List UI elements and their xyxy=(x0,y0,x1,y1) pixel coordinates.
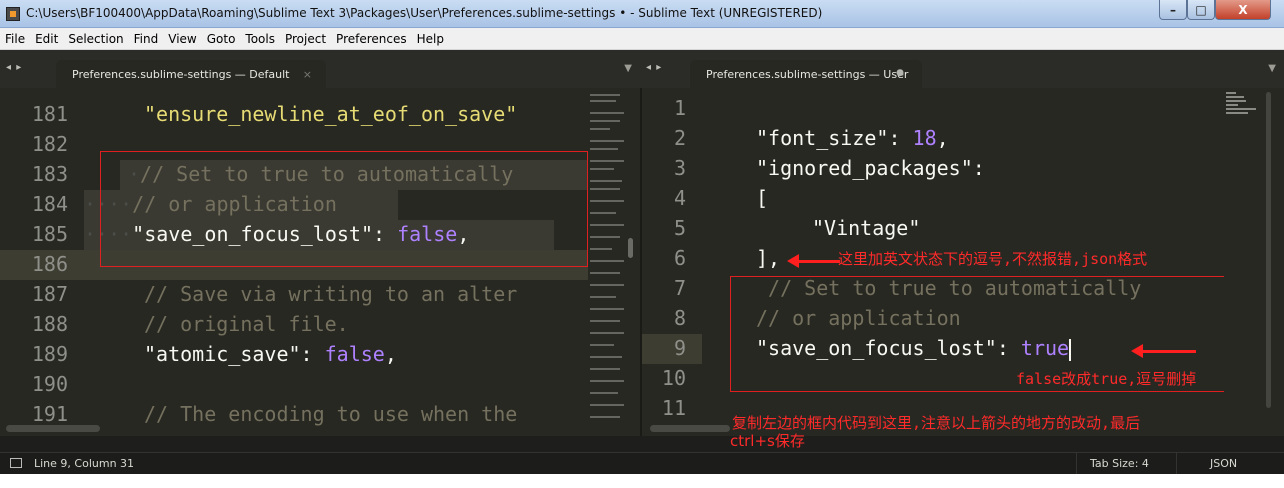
menu-preferences[interactable]: Preferences xyxy=(331,32,412,46)
json-key: "font_size" xyxy=(756,126,889,150)
menu-edit[interactable]: Edit xyxy=(30,32,63,46)
json-separator: : xyxy=(300,342,325,366)
minimap-right[interactable] xyxy=(1224,88,1264,436)
line-number: 9 xyxy=(673,336,686,360)
red-arrow-icon xyxy=(787,254,840,268)
tab-size[interactable]: Tab Size: 4 xyxy=(1090,457,1149,470)
red-arrow-icon xyxy=(1131,344,1196,358)
line-number: 7 xyxy=(673,276,686,300)
menu-bar: File Edit Selection Find View Goto Tools… xyxy=(0,28,1284,50)
line-number: 1 xyxy=(673,96,686,120)
panel-toggle-icon[interactable] xyxy=(10,458,22,468)
line-number: 185 xyxy=(31,222,68,246)
tab-dropdown-icon[interactable]: ▼ xyxy=(1268,63,1276,74)
menu-view[interactable]: View xyxy=(163,32,201,46)
menu-file[interactable]: File xyxy=(0,32,30,46)
highlight-box-left xyxy=(100,151,588,267)
line-number: 5 xyxy=(673,216,686,240)
json-comma: , xyxy=(936,126,949,150)
tab-nav-arrows-icon[interactable]: ◂ ▸ xyxy=(646,62,662,73)
line-number: 6 xyxy=(673,246,686,270)
footer-blank xyxy=(0,474,1284,488)
code-line: [ xyxy=(756,186,769,210)
line-number: 8 xyxy=(673,306,686,330)
json-value: 18 xyxy=(912,126,937,150)
line-number: 3 xyxy=(673,156,686,180)
line-number: 181 xyxy=(31,102,68,126)
line-number: 4 xyxy=(673,186,686,210)
maximize-button[interactable]: □ xyxy=(1187,0,1215,20)
annotation-copy-note-line2: ctrl+s保存 xyxy=(730,432,805,450)
tab-bar-left: ◂ ▸ Preferences.sublime-settings — Defau… xyxy=(0,50,640,88)
json-value: false xyxy=(324,342,385,366)
editor-pane-right[interactable]: 1 2 "font_size": 18, 3 "ignored_packages… xyxy=(640,88,1284,436)
menu-selection[interactable]: Selection xyxy=(63,32,128,46)
json-comma: , xyxy=(384,342,397,366)
line-number: 182 xyxy=(31,132,68,156)
code-line: "Vintage" xyxy=(812,216,921,240)
line-number: 189 xyxy=(31,342,68,366)
line-number: 191 xyxy=(31,402,68,426)
menu-help[interactable]: Help xyxy=(412,32,449,46)
tab-preferences-default[interactable]: Preferences.sublime-settings — Default × xyxy=(56,60,326,88)
line-number: 11 xyxy=(661,396,686,420)
syntax-selector[interactable]: JSON xyxy=(1210,457,1237,470)
minimap-left[interactable] xyxy=(588,88,628,436)
title-bar: C:\Users\BF100400\AppData\Roaming\Sublim… xyxy=(0,0,1284,28)
vertical-scrollbar[interactable] xyxy=(628,238,633,258)
annotation-true-note: false改成true,逗号删掉 xyxy=(1016,370,1197,388)
code-line: // original file. xyxy=(144,312,349,336)
line-number: 186 xyxy=(31,252,68,276)
editor-pane-left[interactable]: 181 "ensure_newline_at_eof_on_save" 182 … xyxy=(0,88,640,436)
sublime-app-icon xyxy=(6,7,20,21)
unsaved-dot-icon[interactable]: ● xyxy=(896,68,904,78)
code-line: ], xyxy=(756,246,781,270)
line-number: 2 xyxy=(673,126,686,150)
code-line: "atomic_save": false, xyxy=(144,342,397,366)
code-line: // Save via writing to an alter xyxy=(144,282,518,306)
line-number: 183 xyxy=(31,162,68,186)
code-line: // The encoding to use when the xyxy=(144,402,518,426)
status-bar: Line 9, Column 31 Tab Size: 4 JSON xyxy=(0,452,1284,475)
line-number: 10 xyxy=(661,366,686,390)
tab-label: Preferences.sublime-settings — Default xyxy=(72,68,290,81)
minimize-button[interactable]: – xyxy=(1159,0,1187,20)
menu-goto[interactable]: Goto xyxy=(202,32,241,46)
tab-dropdown-icon[interactable]: ▼ xyxy=(624,63,632,74)
menu-find[interactable]: Find xyxy=(129,32,164,46)
horizontal-scrollbar[interactable] xyxy=(650,425,730,432)
code-line: "ensure_newline_at_eof_on_save" xyxy=(144,102,518,126)
cursor-position: Line 9, Column 31 xyxy=(34,457,135,470)
line-number: 184 xyxy=(31,192,68,216)
line-number: 188 xyxy=(31,312,68,336)
tab-nav-arrows-icon[interactable]: ◂ ▸ xyxy=(6,62,22,73)
json-separator: : xyxy=(888,126,913,150)
json-key: "atomic_save" xyxy=(144,342,301,366)
menu-project[interactable]: Project xyxy=(280,32,331,46)
code-line: "font_size": 18, xyxy=(756,126,949,150)
close-button[interactable]: X xyxy=(1215,0,1271,20)
pane-bottom-strip: ctrl+s保存 xyxy=(0,432,1284,452)
annotation-comma-note: 这里加英文状态下的逗号,不然报错,json格式 xyxy=(838,250,1148,268)
window-title: C:\Users\BF100400\AppData\Roaming\Sublim… xyxy=(26,6,823,20)
line-number: 187 xyxy=(31,282,68,306)
tab-preferences-user[interactable]: Preferences.sublime-settings — User ● xyxy=(690,60,922,88)
tab-bar-right: ◂ ▸ Preferences.sublime-settings — User … xyxy=(640,50,1284,88)
tab-label: Preferences.sublime-settings — User xyxy=(706,68,909,81)
vertical-scrollbar[interactable] xyxy=(1266,92,1271,408)
line-number: 190 xyxy=(31,372,68,396)
horizontal-scrollbar[interactable] xyxy=(6,425,100,432)
tab-close-icon[interactable]: × xyxy=(303,68,312,81)
code-line: "ignored_packages": xyxy=(756,156,985,180)
menu-tools[interactable]: Tools xyxy=(240,32,280,46)
